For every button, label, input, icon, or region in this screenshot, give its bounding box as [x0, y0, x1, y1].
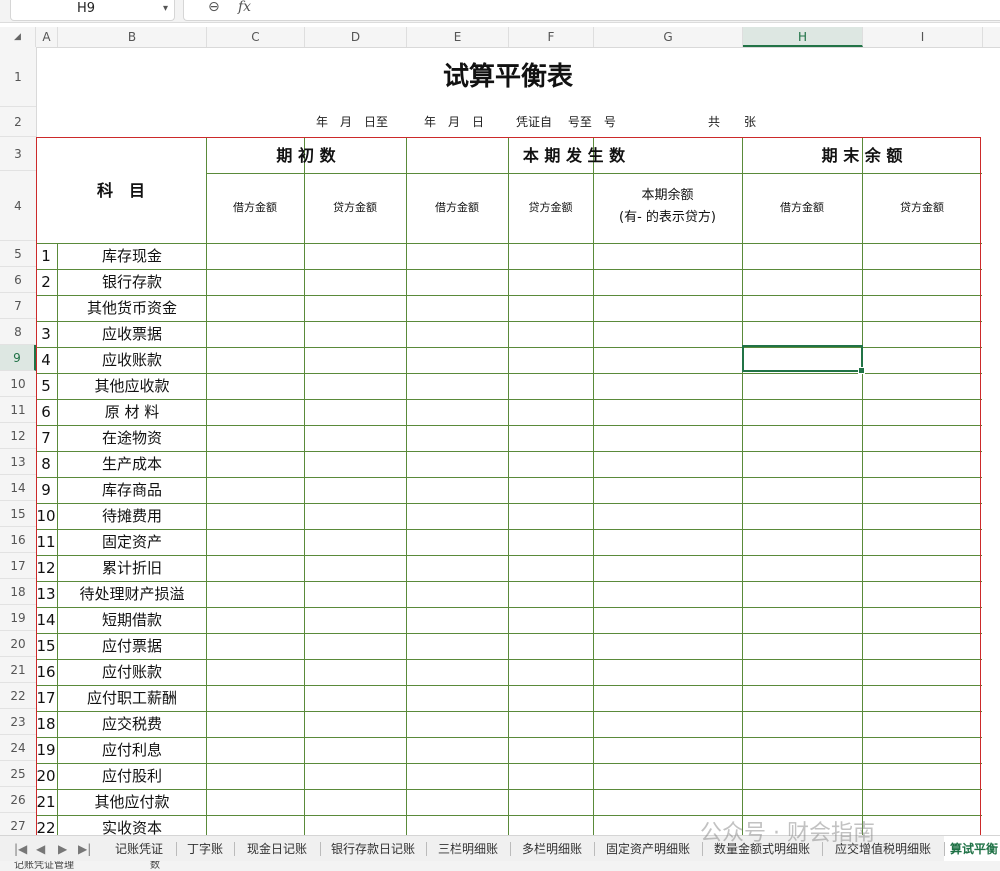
- row-header-15[interactable]: 15: [0, 501, 36, 527]
- tab-separator: [234, 842, 235, 856]
- row-header-7[interactable]: 7: [0, 293, 36, 319]
- status-bar: 记账凭证管理 数: [0, 861, 1000, 871]
- row-header-1[interactable]: 1: [0, 47, 36, 107]
- chevron-down-icon[interactable]: ▾: [163, 0, 168, 18]
- row-header-16[interactable]: 16: [0, 527, 36, 553]
- status-mid: 数: [150, 861, 160, 871]
- tab-separator: [426, 842, 427, 856]
- row-header-25[interactable]: 25: [0, 761, 36, 787]
- sheet-tab[interactable]: 算试平衡: [944, 836, 1000, 864]
- column-header-e[interactable]: E: [407, 27, 509, 47]
- column-header-b[interactable]: B: [58, 27, 207, 47]
- sheet-tab[interactable]: 现金日记账: [234, 836, 320, 862]
- row-header-12[interactable]: 12: [0, 423, 36, 449]
- row-header-8[interactable]: 8: [0, 319, 36, 345]
- row-header-26[interactable]: 26: [0, 787, 36, 813]
- page-count: 共 张: [708, 115, 757, 129]
- date-range-start: 年 月 日至: [316, 115, 389, 129]
- table-outer-border: [36, 137, 981, 835]
- tab-separator: [594, 842, 595, 856]
- column-header-bar: ◢ ABCDEFGHI: [0, 27, 1000, 48]
- tab-separator: [176, 842, 177, 856]
- zoom-icon[interactable]: ⊖: [208, 0, 220, 15]
- sheet-tab[interactable]: 记账凭证: [102, 836, 176, 862]
- sheet-title: 试算平衡表: [442, 62, 573, 92]
- date-range-end: 年 月 日: [424, 115, 485, 129]
- sheet-tab[interactable]: 多栏明细账: [510, 836, 594, 862]
- row-header-23[interactable]: 23: [0, 709, 36, 735]
- worksheet[interactable]: 试算平衡表 年 月 日至 年 月 日 凭证自 号至 号 共 张 科 目 期 初 …: [36, 47, 1000, 835]
- row-header-bar: 1 2 3 4 5 6 7 8 9 10 11 12 13 14 15 16 17 18 19 20 21 22 23 24 2…: [0, 47, 37, 839]
- formula-bar: H9 ▾ ⊖ fx: [0, 0, 1000, 23]
- first-sheet-icon[interactable]: |◀: [14, 836, 27, 862]
- row-header-19[interactable]: 19: [0, 605, 36, 631]
- row-header-21[interactable]: 21: [0, 657, 36, 683]
- row-header-24[interactable]: 24: [0, 735, 36, 761]
- status-left: 记账凭证管理: [14, 861, 74, 871]
- row-header-3[interactable]: 3: [0, 137, 36, 171]
- last-sheet-icon[interactable]: ▶|: [78, 836, 91, 862]
- fill-handle[interactable]: [858, 367, 865, 374]
- column-header-c[interactable]: C: [207, 27, 305, 47]
- column-header-a[interactable]: A: [36, 27, 58, 47]
- voucher-range: 凭证自 号至 号: [516, 115, 616, 129]
- fx-icon[interactable]: fx: [238, 0, 251, 15]
- tab-separator: [320, 842, 321, 856]
- row-header-10[interactable]: 10: [0, 371, 36, 397]
- tab-separator: [510, 842, 511, 856]
- column-header-d[interactable]: D: [305, 27, 407, 47]
- selected-cell[interactable]: [742, 345, 865, 374]
- column-header-i[interactable]: I: [863, 27, 983, 47]
- row-header-5[interactable]: 5: [0, 241, 36, 267]
- sheet-tab[interactable]: 固定资产明细账: [594, 836, 702, 862]
- row-header-11[interactable]: 11: [0, 397, 36, 423]
- cell-reference: H9: [77, 1, 96, 16]
- row-header-22[interactable]: 22: [0, 683, 36, 709]
- watermark: 公众号 · 财会指南: [700, 821, 875, 846]
- column-header-h[interactable]: H: [743, 27, 863, 47]
- row-header-18[interactable]: 18: [0, 579, 36, 605]
- row-header-13[interactable]: 13: [0, 449, 36, 475]
- column-header-g[interactable]: G: [594, 27, 743, 47]
- name-box[interactable]: H9 ▾: [10, 0, 175, 21]
- row-header-17[interactable]: 17: [0, 553, 36, 579]
- sheet-tab[interactable]: 丁字账: [176, 836, 234, 862]
- row-header-2[interactable]: 2: [0, 107, 36, 137]
- formula-input[interactable]: ⊖ fx: [183, 0, 1000, 21]
- select-all-corner[interactable]: ◢: [0, 27, 36, 47]
- sheet-tab[interactable]: 三栏明细账: [426, 836, 510, 862]
- row-header-6[interactable]: 6: [0, 267, 36, 293]
- tab-separator: [944, 842, 945, 856]
- row-header-9[interactable]: 9: [0, 345, 36, 371]
- row-header-4[interactable]: 4: [0, 171, 36, 241]
- row-header-20[interactable]: 20: [0, 631, 36, 657]
- column-header-f[interactable]: F: [509, 27, 594, 47]
- next-sheet-icon[interactable]: ▶: [58, 836, 67, 862]
- row-header-14[interactable]: 14: [0, 475, 36, 501]
- prev-sheet-icon[interactable]: ◀: [36, 836, 45, 862]
- sheet-tab[interactable]: 银行存款日记账: [320, 836, 426, 862]
